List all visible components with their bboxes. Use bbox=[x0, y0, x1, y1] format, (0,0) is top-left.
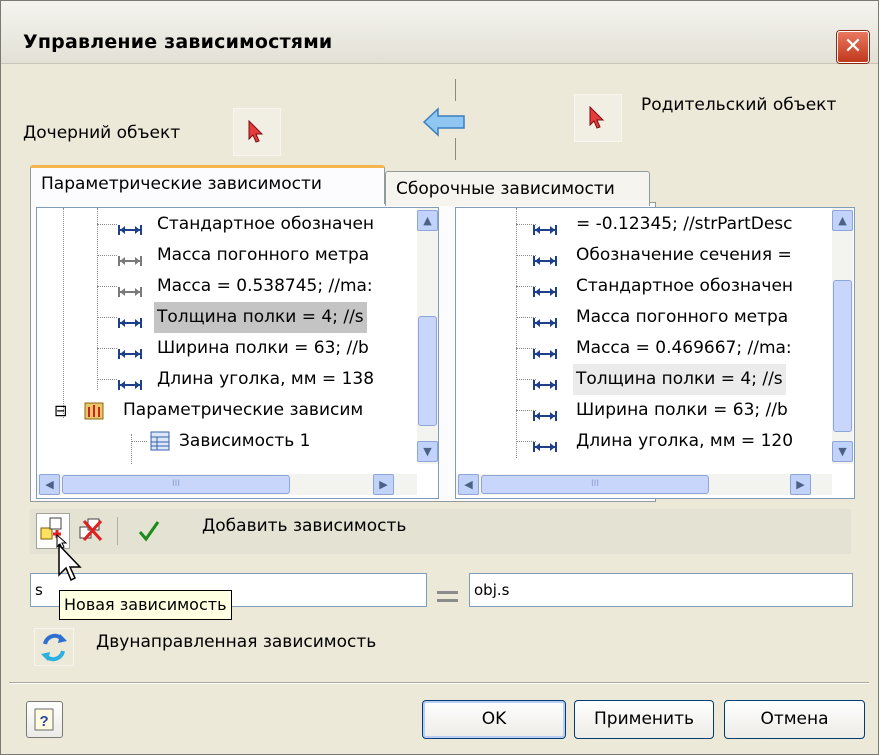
tree-item[interactable]: Обозначение сечения = bbox=[456, 240, 836, 271]
tree-item[interactable]: Длина уголка, мм = 120 bbox=[456, 426, 836, 457]
scroll-thumb[interactable] bbox=[833, 280, 852, 432]
toolbar-separator bbox=[117, 517, 118, 545]
tree-item[interactable]: Стандартное обозначен bbox=[456, 271, 836, 302]
divider-top bbox=[455, 79, 456, 101]
close-icon: ✕ bbox=[843, 34, 863, 59]
tree-line bbox=[131, 441, 147, 443]
scroll-down-button[interactable]: ▼ bbox=[417, 441, 438, 462]
tree-item[interactable]: Толщина полки = 4; //s bbox=[37, 302, 417, 333]
tooltip: Новая зависимость bbox=[59, 590, 232, 620]
divider-bottom bbox=[455, 138, 456, 160]
tree-item[interactable]: Зависимость 1 bbox=[37, 426, 417, 457]
bidirectional-toggle[interactable] bbox=[34, 628, 74, 666]
equals-icon bbox=[437, 591, 458, 607]
dialog-window: Управление зависимостями ✕ Дочерний объе… bbox=[0, 0, 879, 755]
toolbar-status-text: Добавить зависимость bbox=[202, 516, 407, 536]
tree-item[interactable]: Масса погонного метра bbox=[456, 302, 836, 333]
tree-item[interactable]: Длина уголка, мм = 138 bbox=[37, 364, 417, 395]
tree-item-label: Длина уголка, мм = 138 bbox=[157, 369, 375, 389]
apply-button[interactable]: Применить bbox=[574, 700, 714, 739]
tab-parametric[interactable]: Параметрические зависимости bbox=[30, 165, 385, 204]
tree-item[interactable]: Масса = 0.538745; //ma: bbox=[37, 271, 417, 302]
tree-line bbox=[97, 379, 117, 381]
child-tree[interactable]: Стандартное обозначен Масса погонного мет… bbox=[36, 207, 439, 499]
tree-item-label: Масса = 0.469667; //ma: bbox=[576, 338, 792, 358]
tree-item[interactable]: Масса = 0.469667; //ma: bbox=[456, 333, 836, 364]
child-object-label: Дочерний объект bbox=[23, 123, 181, 143]
scroll-left-button[interactable]: ◀ bbox=[458, 474, 479, 495]
tree-item[interactable]: ⊟ Параметрические зависим bbox=[37, 395, 417, 426]
scroll-right-button[interactable]: ▶ bbox=[373, 474, 394, 495]
tree-item[interactable]: = -0.12345; //strPartDesc bbox=[456, 209, 836, 240]
tree-item-label: Масса = 0.538745; //ma: bbox=[157, 276, 373, 296]
new-constraint-icon bbox=[40, 517, 68, 549]
parent-tree[interactable]: = -0.12345; //strPartDesc Обозначение сеч… bbox=[455, 207, 855, 499]
tree-item-label: Стандартное обозначен bbox=[157, 214, 375, 234]
bidirectional-refresh-icon bbox=[41, 633, 67, 662]
pick-child-button[interactable] bbox=[233, 108, 281, 156]
tree-item-label: = -0.12345; //strPartDesc bbox=[576, 214, 793, 234]
cursor-pick-icon bbox=[248, 120, 264, 143]
right-vertical-scrollbar[interactable]: ▲ ▼ bbox=[832, 208, 853, 464]
tree-item-label: Масса погонного метра bbox=[576, 307, 789, 327]
left-horizontal-scrollbar[interactable]: ◀ III ▶ bbox=[37, 474, 417, 495]
cursor-pick-icon bbox=[589, 106, 605, 129]
tree-collapse-toggle[interactable]: ⊟ bbox=[54, 395, 67, 426]
scroll-thumb[interactable]: III bbox=[481, 475, 709, 494]
tree-item-label: Стандартное обозначен bbox=[576, 276, 794, 296]
tree-item-label: Ширина полки = 63; //b bbox=[157, 338, 369, 358]
title-bar[interactable]: Управление зависимостями ✕ bbox=[1, 1, 878, 64]
scroll-thumb[interactable]: III bbox=[62, 475, 290, 494]
dimension-icon bbox=[532, 434, 558, 465]
apply-check-icon bbox=[138, 521, 160, 542]
mouse-cursor-icon bbox=[58, 544, 82, 582]
left-vertical-scrollbar[interactable]: ▲ ▼ bbox=[417, 208, 438, 464]
scroll-thumb[interactable] bbox=[418, 316, 437, 426]
scroll-down-button[interactable]: ▼ bbox=[832, 441, 853, 462]
tree-item-label: Параметрические зависим bbox=[123, 400, 364, 420]
tree-line bbox=[97, 224, 117, 226]
tree-line bbox=[97, 255, 117, 257]
tree-item-label: Ширина полки = 63; //b bbox=[576, 400, 788, 420]
tree-line bbox=[97, 348, 117, 350]
parent-expression-input[interactable]: obj.s bbox=[469, 573, 853, 607]
cancel-button[interactable]: Отмена bbox=[724, 700, 865, 739]
pick-parent-button[interactable] bbox=[574, 94, 622, 142]
ok-button[interactable]: OK bbox=[422, 700, 566, 739]
svg-text:?: ? bbox=[40, 713, 49, 730]
tree-item[interactable]: Ширина полки = 63; //b bbox=[456, 395, 836, 426]
tree-item-label: Толщина полки = 4; //s bbox=[154, 302, 367, 333]
bidirectional-label: Двунаправленная зависимость bbox=[96, 632, 377, 652]
delete-constraint-icon bbox=[79, 518, 103, 542]
tree-item-label: Длина уголка, мм = 120 bbox=[576, 431, 794, 451]
help-icon: ? bbox=[34, 708, 54, 731]
tree-item[interactable]: Масса погонного метра bbox=[37, 240, 417, 271]
tree-item[interactable]: Ширина полки = 63; //b bbox=[37, 333, 417, 364]
window-title: Управление зависимостями bbox=[23, 31, 333, 53]
constraint-table-icon bbox=[149, 430, 171, 463]
right-horizontal-scrollbar[interactable]: ◀ III ▶ bbox=[456, 474, 832, 495]
tree-item-label: Масса погонного метра bbox=[157, 245, 370, 265]
apply-check-button[interactable] bbox=[133, 513, 167, 549]
tree-item[interactable]: Стандартное обозначен bbox=[37, 209, 417, 240]
tab-assembly[interactable]: Сборочные зависимости bbox=[385, 171, 650, 206]
tree-item-label: Зависимость 1 bbox=[179, 431, 311, 451]
scroll-up-button[interactable]: ▲ bbox=[417, 210, 438, 231]
tree-line bbox=[97, 286, 117, 288]
footer-separator bbox=[9, 682, 869, 684]
constraint-toolbar: Добавить зависимость bbox=[30, 509, 851, 554]
scroll-left-button[interactable]: ◀ bbox=[39, 474, 60, 495]
tree-line bbox=[97, 317, 117, 319]
direction-arrow-icon bbox=[422, 107, 465, 137]
parent-object-label: Родительский объект bbox=[641, 95, 837, 115]
tree-item-label: Обозначение сечения = bbox=[576, 245, 792, 265]
scroll-up-button[interactable]: ▲ bbox=[832, 210, 853, 231]
help-button[interactable]: ? bbox=[26, 701, 63, 738]
tree-item[interactable]: Толщина полки = 4; //s bbox=[456, 364, 836, 395]
tree-item-label: Толщина полки = 4; //s bbox=[573, 364, 786, 395]
close-button[interactable]: ✕ bbox=[837, 31, 869, 63]
scroll-right-button[interactable]: ▶ bbox=[790, 474, 811, 495]
